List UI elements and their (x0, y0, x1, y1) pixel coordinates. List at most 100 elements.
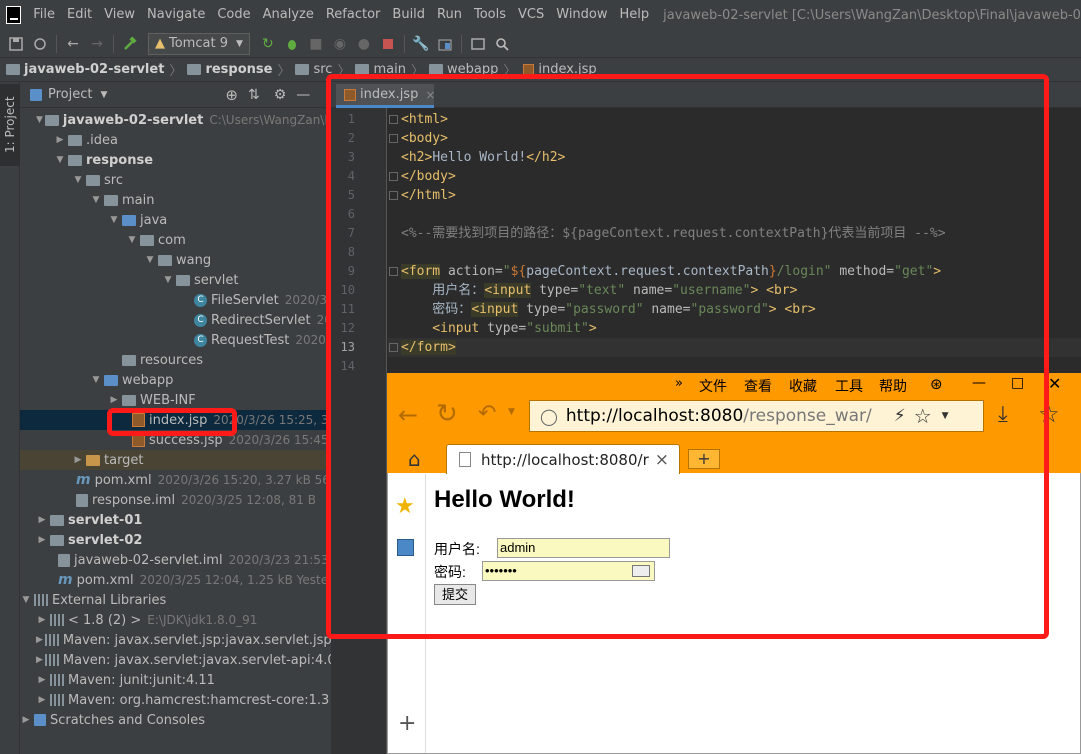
tree-item[interactable]: ▼ wang (20, 250, 331, 270)
collapse-arrow-icon[interactable]: ▶ (20, 715, 32, 725)
tree-item[interactable]: C RedirectServlet2020/ (20, 310, 331, 330)
rerun-icon[interactable]: ↻ (256, 33, 280, 55)
collapse-arrow-icon[interactable]: ▶ (36, 635, 43, 645)
project-structure-icon[interactable] (433, 33, 457, 55)
debug-bug-icon[interactable] (280, 33, 304, 55)
breadcrumb-separator-icon: 〉 (277, 64, 291, 79)
project-panel-header: Project ▼ ⊕ ⇅ ⚙ — (20, 82, 331, 108)
tree-item[interactable]: javaweb-02-servlet.iml 2020/3/23 21:53, 8… (20, 550, 331, 570)
collapse-arrow-icon[interactable]: ▶ (36, 675, 48, 685)
tree-item[interactable]: ▼ main (20, 190, 331, 210)
tree-item[interactable]: ▶ Scratches and Consoles (20, 710, 331, 730)
search-icon[interactable] (490, 33, 514, 55)
tree-item[interactable]: ▼ servlet (20, 270, 331, 290)
tree-item[interactable]: response.iml 2020/3/25 12:08, 81 B (20, 490, 331, 510)
build-hammer-icon[interactable] (118, 33, 142, 55)
tool-window-strip (0, 82, 20, 754)
close-window-icon[interactable]: ✕ (1048, 374, 1061, 393)
menu-vcs[interactable]: VCS (512, 0, 550, 30)
chevron-down-icon[interactable]: ▼ (100, 90, 107, 100)
tree-item[interactable]: ▶ < 1.8 (2) > E:\JDK\jdk1.8.0_91 (20, 610, 331, 630)
tree-item[interactable]: ▼ response (20, 150, 331, 170)
tree-item[interactable]: ▼ webapp (20, 370, 331, 390)
breadcrumb-separator-icon: 〉 (169, 64, 183, 79)
tree-item[interactable]: ▼ javaweb-02-servlet C:\Users\WangZan\Des… (20, 110, 331, 130)
menu-window[interactable]: Window (550, 0, 613, 30)
locate-target-icon[interactable]: ⊕ (225, 86, 238, 104)
tree-item[interactable]: m pom.xml 2020/3/25 12:04, 1.25 kB Yester… (20, 570, 331, 590)
tree-item[interactable]: ▶ servlet-01 (20, 510, 331, 530)
expand-arrow-icon[interactable]: ▼ (36, 115, 43, 125)
project-panel-title[interactable]: Project (48, 87, 92, 102)
library-icon (50, 674, 64, 686)
expand-arrow-icon[interactable]: ▼ (90, 375, 102, 385)
menu-build[interactable]: Build (386, 0, 431, 30)
collapse-all-icon[interactable]: ⇅ (248, 87, 260, 103)
folder-icon (104, 194, 118, 206)
collapse-arrow-icon[interactable]: ▶ (36, 655, 43, 665)
collapse-arrow-icon[interactable]: ▶ (54, 135, 66, 145)
menu-help[interactable]: Help (614, 0, 656, 30)
back-arrow-icon[interactable]: ← (61, 33, 85, 55)
tree-item[interactable]: ▼ com (20, 230, 331, 250)
tree-item[interactable]: m pom.xml 2020/3/26 15:20, 3.27 kB 56 min… (20, 470, 331, 490)
terminal-window-icon[interactable] (466, 33, 490, 55)
expand-arrow-icon[interactable]: ▼ (126, 235, 138, 245)
toolbar-divider (460, 34, 462, 53)
collapse-arrow-icon[interactable]: ▶ (36, 695, 48, 705)
menu-view[interactable]: View (98, 0, 141, 30)
breadcrumb-item[interactable]: javaweb-02-servlet (6, 62, 164, 77)
forward-arrow-icon[interactable]: → (85, 33, 109, 55)
menu-run[interactable]: Run (431, 0, 468, 30)
tree-item[interactable]: resources (20, 350, 331, 370)
menu-code[interactable]: Code (211, 0, 256, 30)
tree-item[interactable]: ▶ .idea (20, 130, 331, 150)
menu-refactor[interactable]: Refactor (320, 0, 387, 30)
menu-navigate[interactable]: Navigate (141, 0, 211, 30)
collapse-arrow-icon[interactable]: ▶ (72, 455, 84, 465)
tree-item[interactable]: ▼ External Libraries (20, 590, 331, 610)
collapse-arrow-icon[interactable]: ▶ (36, 535, 48, 545)
save-all-icon[interactable] (4, 33, 28, 55)
attach-icon[interactable]: ● (352, 33, 376, 55)
expand-arrow-icon[interactable]: ▼ (144, 255, 156, 265)
tree-item[interactable]: ▶ Maven: javax.servlet.jsp:javax.servlet… (20, 630, 331, 650)
tree-item[interactable]: ▼ src (20, 170, 331, 190)
expand-arrow-icon[interactable]: ▼ (54, 155, 66, 165)
tree-item[interactable]: ▶ target (20, 450, 331, 470)
hide-panel-icon[interactable]: — (296, 87, 310, 103)
gear-icon[interactable]: ⚙ (274, 87, 287, 103)
breadcrumb-item[interactable]: response (187, 62, 272, 77)
profile-icon[interactable]: ◉ (328, 33, 352, 55)
project-tool-tab[interactable]: 1: Project (0, 84, 20, 166)
expand-arrow-icon[interactable]: ▼ (90, 195, 102, 205)
coverage-icon[interactable]: ■ (304, 33, 328, 55)
add-icon[interactable]: + (398, 711, 416, 736)
run-configuration-select[interactable]: ▲ Tomcat 9 ▼ (148, 32, 250, 55)
expand-arrow-icon[interactable]: ▼ (108, 215, 120, 225)
tree-item[interactable]: ▼ java (20, 210, 331, 230)
menu-file[interactable]: File (27, 0, 61, 30)
tree-item[interactable]: ▶ Maven: junit:junit:4.11 (20, 670, 331, 690)
tree-item[interactable]: ▶ Maven: javax.servlet:javax.servlet-api… (20, 650, 331, 670)
stop-icon[interactable] (376, 33, 400, 55)
tree-item[interactable]: ▶ WEB-INF (20, 390, 331, 410)
sync-icon[interactable] (28, 33, 52, 55)
expand-arrow-icon[interactable]: ▼ (162, 275, 174, 285)
collapse-arrow-icon[interactable]: ▶ (36, 615, 48, 625)
tree-item-label: External Libraries (52, 592, 167, 608)
folder-icon (6, 64, 20, 75)
tree-item[interactable]: ▶ servlet-02 (20, 530, 331, 550)
menu-tools[interactable]: Tools (468, 0, 512, 30)
menu-analyze[interactable]: Analyze (257, 0, 320, 30)
tree-item[interactable]: ▶ Maven: org.hamcrest:hamcrest-core:1.3 (20, 690, 331, 710)
collapse-arrow-icon[interactable]: ▶ (108, 395, 120, 405)
tree-item[interactable]: C FileServlet 2020/3/25 (20, 290, 331, 310)
web-folder-icon (104, 374, 118, 386)
settings-wrench-icon[interactable]: 🔧 (409, 33, 433, 55)
menu-edit[interactable]: Edit (61, 0, 98, 30)
tree-item[interactable]: C RequestTest2020/3/2 (20, 330, 331, 350)
expand-arrow-icon[interactable]: ▼ (20, 595, 32, 605)
collapse-arrow-icon[interactable]: ▶ (36, 515, 48, 525)
expand-arrow-icon[interactable]: ▼ (72, 175, 84, 185)
